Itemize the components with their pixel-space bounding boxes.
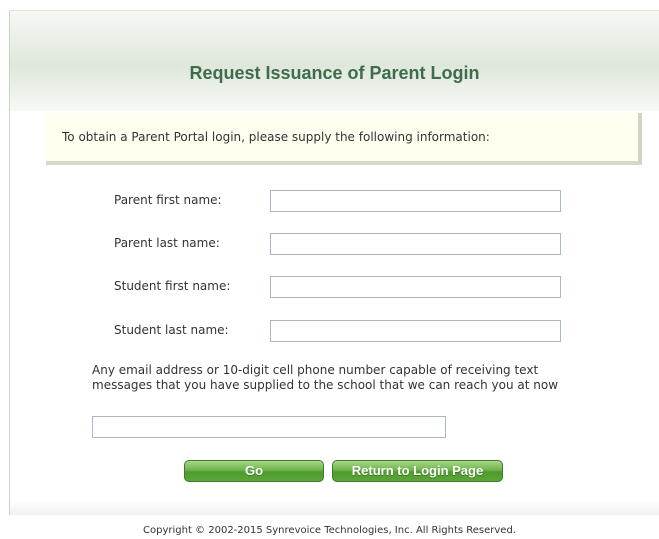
go-button[interactable]: Go xyxy=(184,460,324,482)
contact-label-line-2: messages that you have supplied to the s… xyxy=(92,378,559,392)
page-title: Request Issuance of Parent Login xyxy=(189,63,480,83)
header-band xyxy=(10,11,659,111)
page: Request Issuance of Parent Login To obta… xyxy=(0,0,659,539)
contact-input[interactable] xyxy=(92,416,446,438)
student-last-name-row: Student last name: xyxy=(10,320,659,342)
student-last-name-input[interactable] xyxy=(270,320,561,342)
card-bottom-band xyxy=(10,501,659,515)
parent-last-name-label: Parent last name: xyxy=(114,236,220,250)
student-first-name-label: Student first name: xyxy=(114,279,231,293)
return-to-login-button[interactable]: Return to Login Page xyxy=(332,460,503,482)
student-last-name-label: Student last name: xyxy=(114,323,229,337)
copyright-footer: Copyright © 2002-2015 Synrevoice Technol… xyxy=(143,525,516,536)
parent-first-name-input[interactable] xyxy=(270,190,561,212)
student-first-name-input[interactable] xyxy=(270,276,561,298)
parent-first-name-label: Parent first name: xyxy=(114,193,222,207)
parent-first-name-row: Parent first name: xyxy=(10,190,659,212)
contact-label: Any email address or 10-digit cell phone… xyxy=(92,363,622,393)
contact-label-line-1: Any email address or 10-digit cell phone… xyxy=(92,363,539,377)
request-login-card: Request Issuance of Parent Login To obta… xyxy=(9,10,659,515)
intro-text: To obtain a Parent Portal login, please … xyxy=(62,130,490,144)
parent-last-name-row: Parent last name: xyxy=(10,233,659,255)
info-box: To obtain a Parent Portal login, please … xyxy=(46,113,642,165)
parent-last-name-input[interactable] xyxy=(270,233,561,255)
student-first-name-row: Student first name: xyxy=(10,276,659,298)
